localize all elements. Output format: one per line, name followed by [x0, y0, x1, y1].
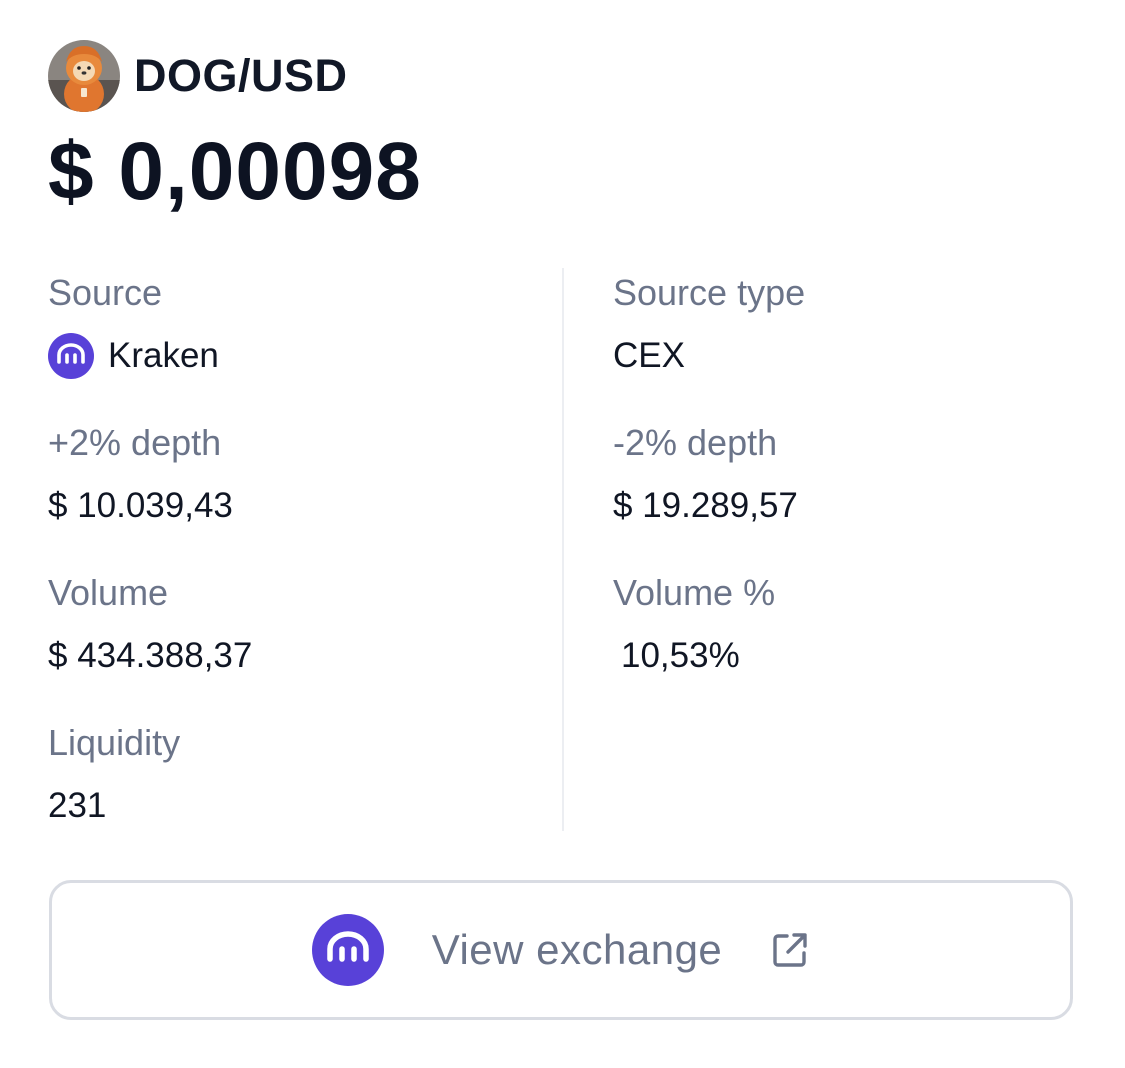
- volume-pct-label: Volume %: [613, 572, 776, 613]
- source-type-value: CEX: [613, 336, 685, 375]
- plus-depth-label: +2% depth: [48, 422, 222, 463]
- market-card: DOG/USD $ 0,00098 Source Kraken +2% dept…: [0, 0, 1125, 1068]
- view-exchange-button[interactable]: View exchange: [49, 880, 1073, 1020]
- external-link-icon: [773, 933, 807, 967]
- volume-value: $ 434.388,37: [48, 636, 253, 675]
- source-value: Kraken: [108, 336, 219, 375]
- view-exchange-label: View exchange: [431, 926, 723, 973]
- liquidity-value: 231: [48, 786, 107, 825]
- column-divider: [562, 268, 564, 831]
- minus-depth-value: $ 19.289,57: [613, 486, 798, 525]
- plus-depth-value: $ 10.039,43: [48, 486, 233, 525]
- liquidity-label: Liquidity: [48, 722, 181, 763]
- kraken-logo-icon: [311, 914, 384, 986]
- source-value-row: Kraken: [48, 333, 219, 379]
- volume-pct-value: 10,53%: [621, 636, 740, 675]
- volume-label: Volume: [48, 572, 169, 613]
- minus-depth-label: -2% depth: [613, 422, 778, 463]
- source-type-label: Source type: [613, 272, 806, 313]
- kraken-logo-icon: [48, 333, 94, 379]
- pair-header: DOG/USD: [48, 40, 348, 112]
- source-label: Source: [48, 272, 163, 313]
- dog-token-avatar-icon: [48, 40, 120, 112]
- price-value: $ 0,00098: [48, 126, 422, 217]
- pair-title: DOG/USD: [134, 50, 348, 101]
